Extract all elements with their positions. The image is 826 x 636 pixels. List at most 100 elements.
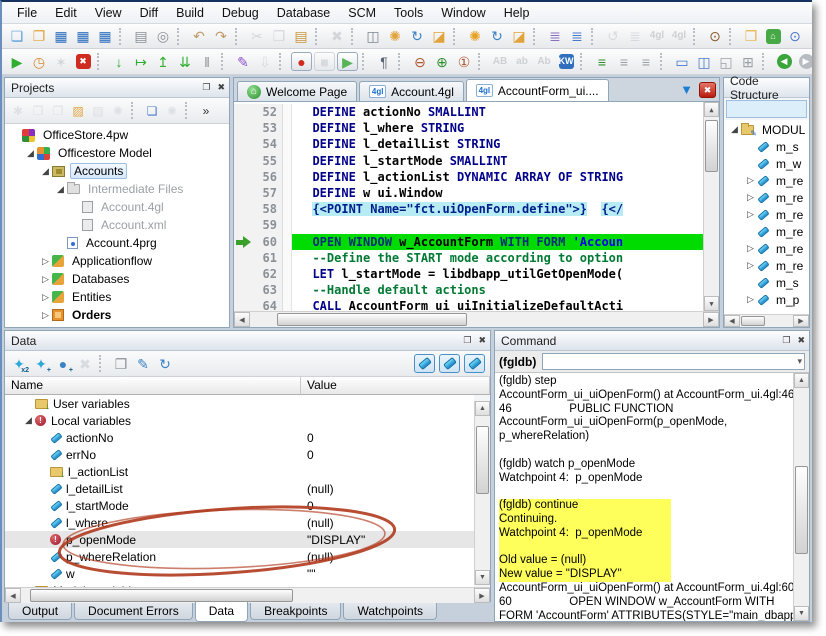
save-button[interactable]: ▦	[50, 26, 72, 47]
delete-button[interactable]: ✖	[326, 26, 348, 47]
project-item-entities[interactable]: ▷Entities	[5, 288, 229, 306]
project-settings-button[interactable]: ✺	[384, 26, 406, 47]
compile-4gl-button[interactable]: 4gl	[646, 26, 668, 47]
float-panel-button[interactable]: ❐	[782, 335, 790, 346]
scroll-track[interactable]	[704, 117, 719, 296]
close-panel-button[interactable]: ✖	[797, 335, 805, 346]
structure-item-module[interactable]: ◢MODUL	[724, 121, 809, 138]
db-schema-button[interactable]: ≣	[624, 26, 646, 47]
expand-arrow-icon[interactable]: ▷	[744, 260, 757, 271]
collapse-arrow-icon[interactable]: ◢	[24, 148, 37, 159]
project-item-intermediate-files[interactable]: ◢Intermediate Files	[5, 180, 229, 198]
scroll-thumb[interactable]	[741, 316, 765, 326]
variable-view-toggle-1-button[interactable]	[414, 354, 435, 373]
pause-button[interactable]: ‖	[196, 51, 218, 72]
project-item-databases[interactable]: ▷Databases	[5, 270, 229, 288]
structure-item-m-p-9[interactable]: ▷m_p	[724, 291, 809, 308]
variables-grid[interactable]: User variables◢Local variablesactionNo0e…	[5, 395, 474, 587]
variable-row-errno[interactable]: errNo0	[5, 446, 474, 463]
edit-value-button[interactable]: ✎	[132, 353, 154, 374]
variable-view-toggle-3-button[interactable]	[464, 354, 485, 373]
close-folder-button[interactable]: ▨	[88, 101, 108, 120]
rebuild-all-button[interactable]: ↻	[486, 26, 508, 47]
link-4gl-button[interactable]: 4gl	[668, 26, 690, 47]
code-line-62[interactable]: 62 LET l_startMode = libdbapp_utilGetOpe…	[234, 266, 703, 282]
paste-button[interactable]: ▤	[290, 26, 312, 47]
debug-bug-button[interactable]: ✶	[50, 51, 72, 72]
collapse-arrow-icon[interactable]: ◢	[54, 184, 67, 195]
compile-disabled-button[interactable]: ↺	[602, 26, 624, 47]
copy-button[interactable]: ❐	[268, 26, 290, 47]
open-project-folder-button[interactable]: ▨	[68, 101, 88, 120]
collapse-arrow-icon[interactable]: ◢	[22, 585, 35, 587]
scroll-thumb[interactable]	[30, 589, 293, 602]
clean-all-button[interactable]: ◪	[508, 26, 530, 47]
step-over-button[interactable]: ↦	[130, 51, 152, 72]
tab-watchpoints[interactable]: Watchpoints	[343, 602, 437, 620]
print-button[interactable]: ▤	[130, 26, 152, 47]
indent-lines-button[interactable]: ≡	[591, 51, 613, 72]
scroll-up-arrow-icon[interactable]: ▲	[475, 401, 490, 416]
favorites-star-button[interactable]: ✦	[806, 26, 812, 47]
menu-help[interactable]: Help	[495, 4, 539, 22]
editor-vertical-scrollbar[interactable]: ▲ ▼	[703, 102, 719, 311]
zoom-reset-button[interactable]: ①	[453, 51, 475, 72]
variable-row-p-openmode[interactable]: p_openMode"DISPLAY"	[5, 531, 474, 548]
build-gear-button[interactable]: ✺	[464, 26, 486, 47]
expand-arrow-icon[interactable]: ▷	[39, 256, 52, 267]
code-line-61[interactable]: 61 --Define the START mode according to …	[234, 250, 703, 266]
menu-scm[interactable]: SCM	[339, 4, 385, 22]
variable-row-actionno[interactable]: actionNo0	[5, 429, 474, 446]
project-item-account-4prg[interactable]: Account.4prg	[5, 234, 229, 252]
data-vertical-scrollbar[interactable]: ▲ ▼	[474, 401, 490, 585]
scroll-up-arrow-icon[interactable]: ▲	[704, 102, 719, 117]
scroll-thumb[interactable]	[277, 313, 467, 326]
uppercase-button[interactable]: AB	[489, 51, 511, 72]
project-item-officestore-model[interactable]: ◢Officestore Model	[5, 144, 229, 162]
editor-horizontal-scrollbar[interactable]: ◀ ▶	[234, 311, 719, 327]
project-item-orders[interactable]: ▷Orders	[5, 306, 229, 324]
column-header-value[interactable]: Value	[301, 377, 490, 395]
remove-variable-button[interactable]: ✖	[74, 353, 96, 374]
code-line-60[interactable]: 60 OPEN WINDOW w_AccountForm WITH FORM '…	[234, 234, 703, 250]
menu-window[interactable]: Window	[432, 4, 494, 22]
menu-file[interactable]: File	[8, 4, 46, 22]
float-panel-button[interactable]: ❐	[463, 335, 471, 346]
split-vertical-button[interactable]: ◫	[693, 51, 715, 72]
tab-account-4gl[interactable]: 4glAccount.4gl	[359, 81, 464, 101]
new-file-button[interactable]: ❏	[6, 26, 28, 47]
structure-item-m-re-4[interactable]: ▷m_re	[724, 206, 809, 223]
code-line-58[interactable]: 58 {<POINT Name="fct.uiOpenForm.define">…	[234, 201, 703, 217]
scroll-track[interactable]	[794, 388, 809, 606]
keywords-case-button[interactable]: KW	[555, 51, 577, 72]
undo-button[interactable]: ↶	[188, 26, 210, 47]
capitalize-button[interactable]: Ab	[533, 51, 555, 72]
help-search-button[interactable]: ⊙	[784, 26, 806, 47]
save-as-button[interactable]: ▦	[72, 26, 94, 47]
record-macro-button[interactable]: ●	[291, 52, 312, 71]
variable-row-local-variables[interactable]: ◢Local variables	[5, 412, 474, 429]
scroll-left-arrow-icon[interactable]: ◀	[5, 588, 21, 603]
scroll-right-arrow-icon[interactable]: ▶	[474, 588, 490, 603]
expand-arrow-icon[interactable]: ▷	[39, 292, 52, 303]
print-preview-button[interactable]: ◎	[152, 26, 174, 47]
play-macro-button[interactable]: ▶	[337, 52, 358, 71]
structure-item-m-w-1[interactable]: m_w	[724, 155, 809, 172]
code-line-55[interactable]: 55 DEFINE l_startMode SMALLINT	[234, 153, 703, 169]
code-line-64[interactable]: 64 CALL AccountForm_ui_uiInitializeDefau…	[234, 298, 703, 311]
zoom-in-button[interactable]: ⊕	[431, 51, 453, 72]
scroll-left-arrow-icon[interactable]: ◀	[234, 312, 250, 327]
tab-data[interactable]: Data	[195, 602, 248, 622]
run-button[interactable]: ▶	[6, 51, 28, 72]
collapse-arrow-icon[interactable]: ◢	[39, 166, 52, 177]
close-panel-button[interactable]: ✖	[217, 82, 225, 93]
build-button[interactable]: ↻	[406, 26, 428, 47]
code-line-63[interactable]: 63 --Handle default actions	[234, 282, 703, 298]
project-item-officestore-4pw[interactable]: OfficeStore.4pw	[5, 126, 229, 144]
scroll-down-arrow-icon[interactable]: ▼	[704, 296, 719, 311]
code-line-59[interactable]: 59	[234, 217, 703, 233]
structure-item-m-re-2[interactable]: ▷m_re	[724, 172, 809, 189]
variable-row-l-detaillist[interactable]: l_detailList(null)	[5, 480, 474, 497]
command-input[interactable]: ▾	[542, 353, 805, 370]
toolbar-overflow-button[interactable]: »	[196, 101, 216, 120]
